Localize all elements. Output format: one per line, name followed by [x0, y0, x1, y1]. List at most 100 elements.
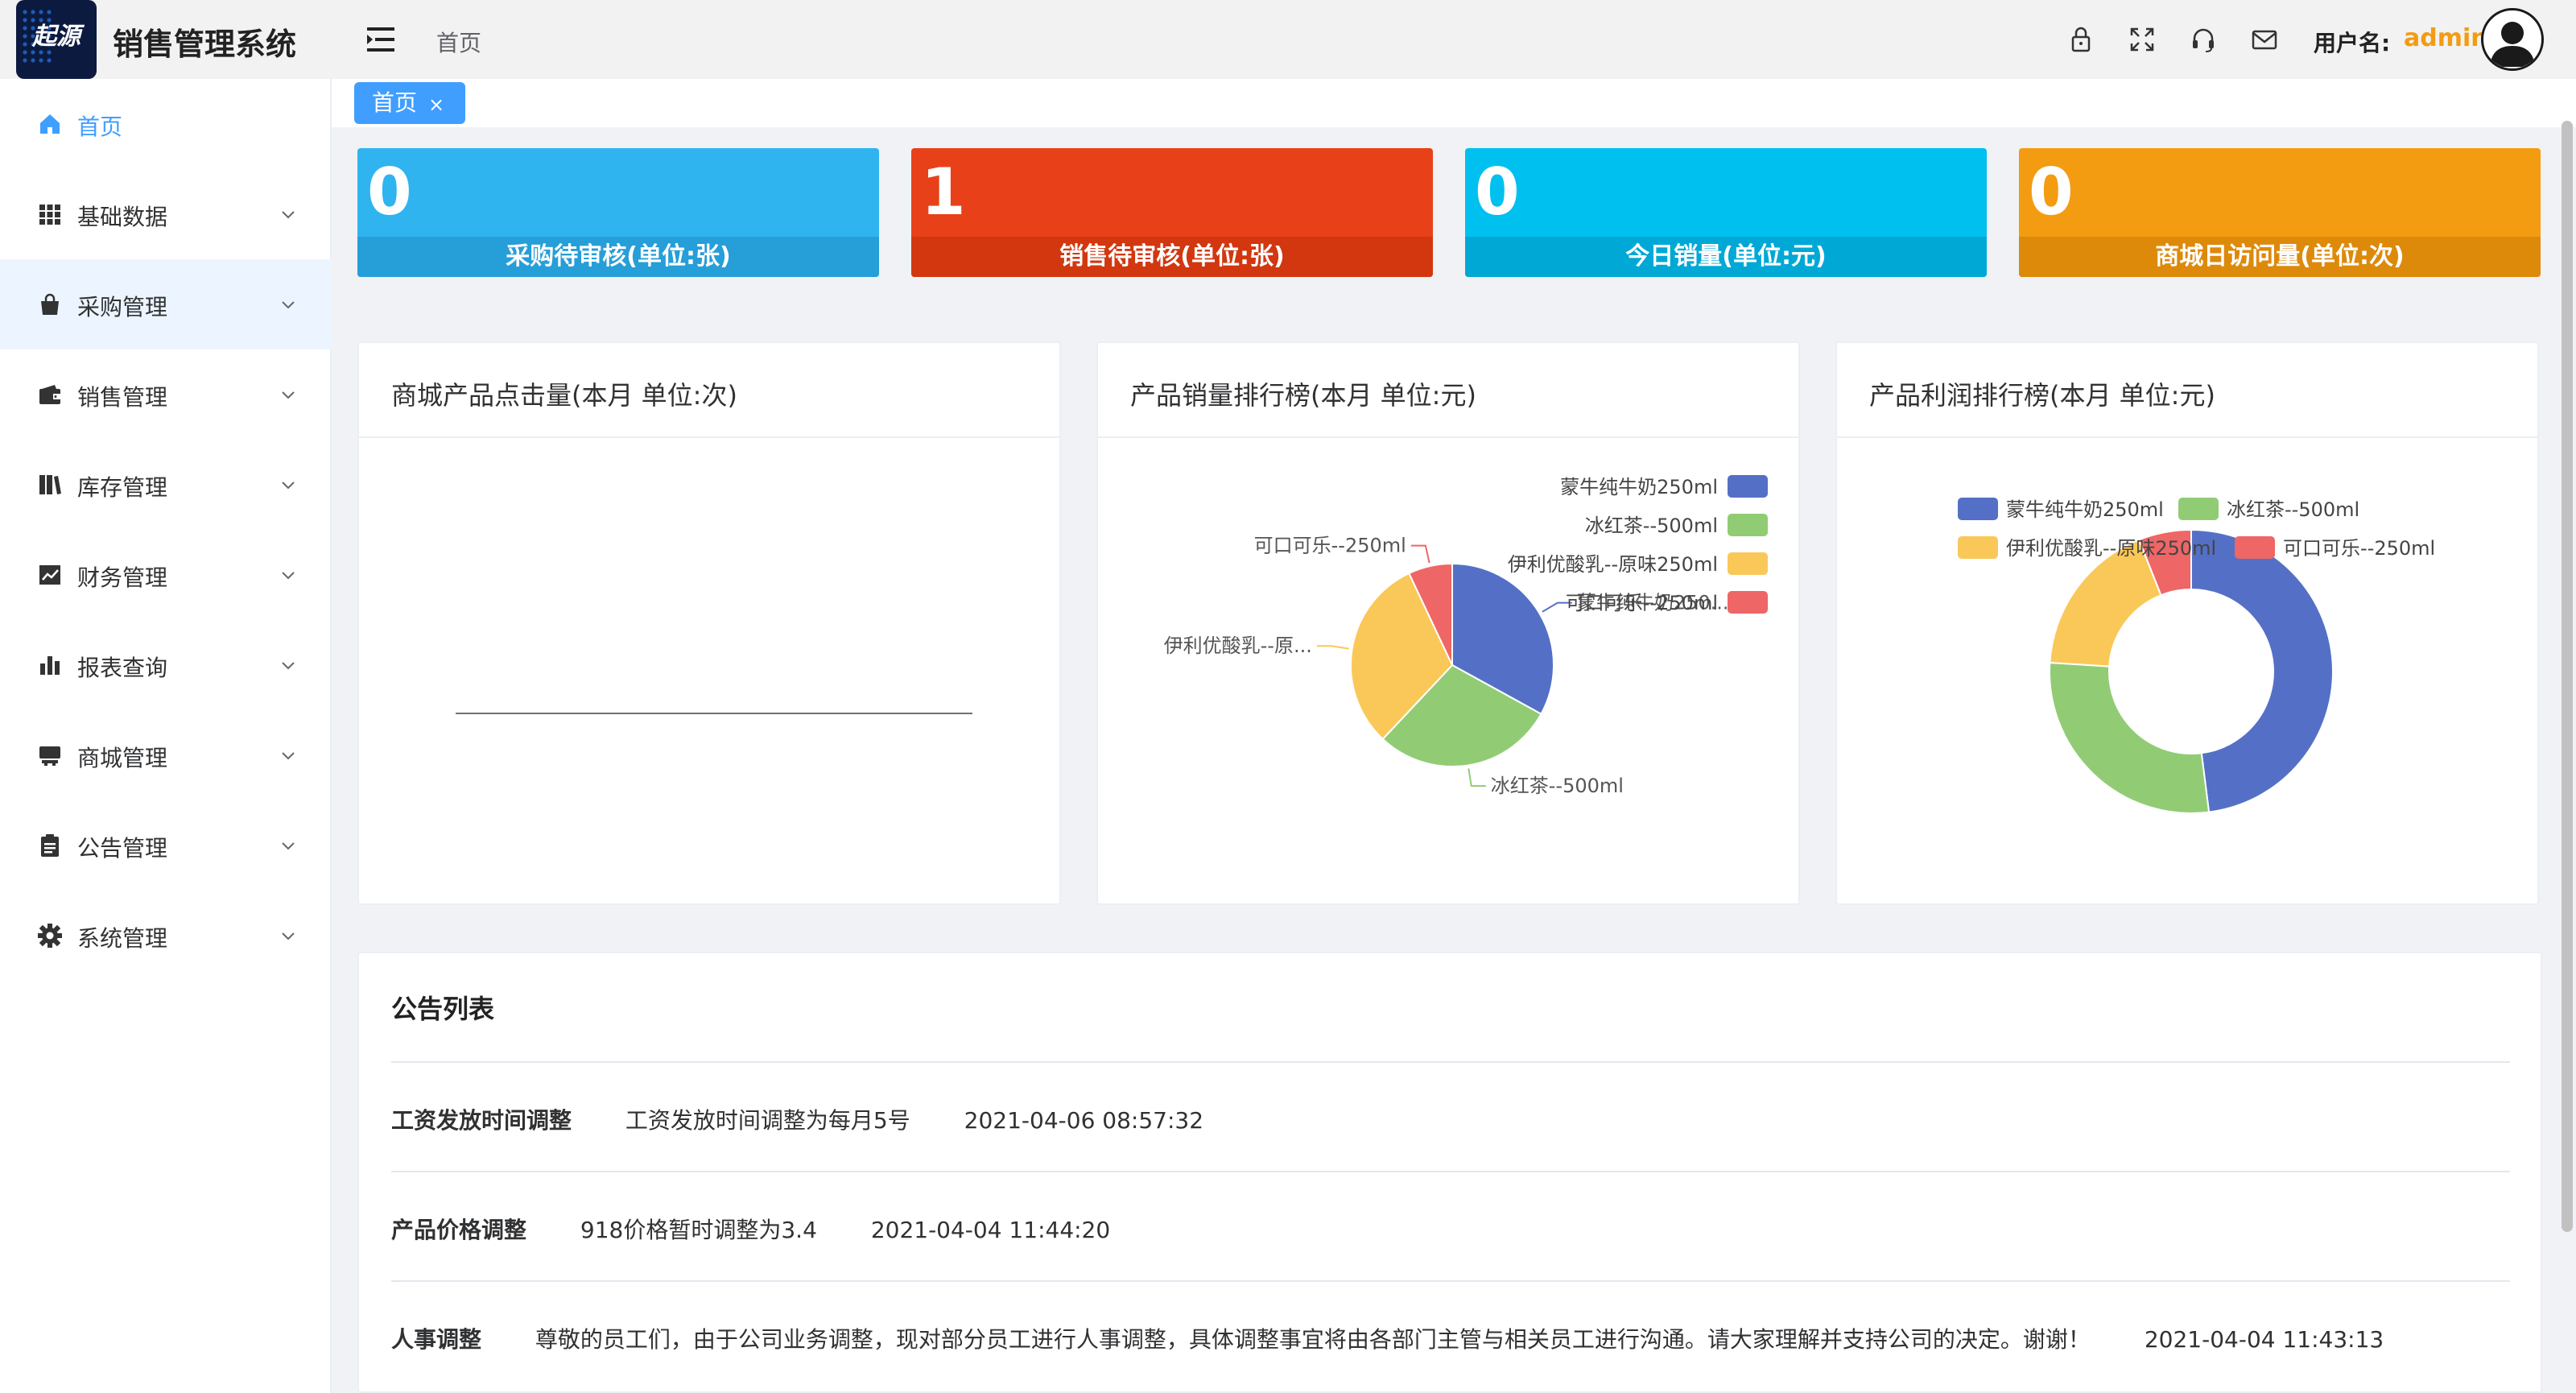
chevron-down-icon	[279, 565, 298, 585]
notice-item[interactable]: 工资发放时间调整 工资发放时间调整为每月5号 2021-04-06 08:57:…	[391, 1103, 1203, 1135]
donut-slice[interactable]	[2049, 661, 2211, 814]
lock-icon[interactable]	[2067, 26, 2095, 53]
sidebar-item-sales[interactable]: 销售管理	[0, 349, 332, 440]
notice-item[interactable]: 产品价格调整 918价格暂时调整为3.4 2021-04-04 11:44:20	[391, 1213, 1110, 1245]
stat-card-purchase-pending: 0 采购待审核(单位:张)	[357, 148, 879, 277]
sidebar: 首页 基础数据 采购管理 销售管理 库存管理 财务管理 报表查询 商城管理 公告…	[0, 79, 332, 1393]
headset-icon[interactable]	[2190, 26, 2217, 53]
stat-value: 0	[2029, 155, 2074, 229]
home-icon	[37, 111, 63, 137]
menu-toggle-icon[interactable]	[367, 26, 396, 53]
legend-swatch[interactable]	[1958, 498, 1998, 520]
panel-profit-chart: 产品利润排行榜(本月 单位:元) 蒙牛纯牛奶250ml 冰红茶--500ml 伊利优…	[1835, 341, 2539, 905]
legend-swatch[interactable]	[1728, 552, 1768, 575]
legend-label[interactable]: 伊利优酸乳--原味250ml	[1508, 553, 1718, 576]
stat-label: 商城日访问量(单位:次)	[2019, 237, 2541, 277]
close-icon[interactable]: ×	[428, 84, 444, 126]
sidebar-item-label: 销售管理	[77, 384, 168, 411]
app-logo: 起源	[16, 0, 97, 79]
legend-swatch[interactable]	[1728, 514, 1768, 536]
trend-chart-icon	[37, 562, 63, 588]
fullscreen-icon[interactable]	[2128, 26, 2156, 53]
legend-swatch[interactable]	[1958, 536, 1998, 559]
sidebar-item-label: 系统管理	[77, 925, 168, 952]
panel-title: 产品利润排行榜(本月 单位:元)	[1869, 380, 2215, 411]
top-header: 起源 销售管理系统 首页 用户名: admin	[0, 0, 2576, 79]
legend-swatch[interactable]	[1728, 475, 1768, 498]
sidebar-item-purchase[interactable]: 采购管理	[0, 259, 332, 349]
sales-pie-chart: 蒙牛纯牛奶250...冰红茶--500ml伊利优酸乳--原...可口可乐--25…	[1164, 475, 1768, 797]
notice-item-body: 918价格暂时调整为3.4	[580, 1217, 817, 1243]
notice-panel: 公告列表 工资发放时间调整 工资发放时间调整为每月5号 2021-04-06 0…	[357, 952, 2542, 1393]
legend-swatch[interactable]	[1728, 591, 1768, 614]
legend-label[interactable]: 伊利优酸乳--原味250ml	[2006, 537, 2216, 560]
legend-label[interactable]: 可口可乐--250ml	[2283, 537, 2435, 560]
chevron-down-icon	[279, 295, 298, 314]
chevron-down-icon	[279, 926, 298, 945]
bar-chart-icon	[37, 652, 63, 678]
legend-swatch[interactable]	[2235, 536, 2275, 559]
grid-icon	[37, 201, 63, 227]
chevron-down-icon	[279, 205, 298, 224]
logo-text: 起源	[32, 23, 80, 51]
stat-card-today-sales: 0 今日销量(单位:元)	[1465, 148, 1987, 277]
clipboard-icon	[37, 833, 63, 858]
chevron-down-icon	[279, 385, 298, 404]
panel-sales-chart: 产品销量排行榜(本月 单位:元) 蒙牛纯牛奶250... 冰红茶--500ml 伊利…	[1096, 341, 1800, 905]
scrollbar[interactable]	[2562, 121, 2573, 1232]
stat-value: 1	[921, 155, 966, 229]
sidebar-item-label: 报表查询	[77, 655, 168, 681]
avatar[interactable]	[2481, 8, 2544, 71]
chevron-down-icon	[279, 475, 298, 494]
notice-item-title: 人事调整	[391, 1326, 482, 1353]
legend-label[interactable]: 蒙牛纯牛奶250ml	[2006, 498, 2164, 521]
legend-label[interactable]: 蒙牛纯牛奶250ml	[1560, 476, 1718, 498]
notice-item[interactable]: 人事调整 尊敬的员工们，由于公司业务调整，现对部分员工进行人事调整，具体调整事宜…	[391, 1322, 2384, 1354]
wallet-icon	[37, 382, 63, 407]
breadcrumb[interactable]: 首页	[436, 26, 481, 58]
mail-icon[interactable]	[2251, 26, 2278, 53]
legend-label[interactable]: 冰红茶--500ml	[1585, 515, 1718, 537]
chevron-down-icon	[279, 836, 298, 855]
sidebar-item-notice[interactable]: 公告管理	[0, 800, 332, 891]
bag-icon	[37, 291, 63, 317]
legend-label[interactable]: 可口可乐--250ml	[1566, 592, 1718, 614]
sidebar-item-mall[interactable]: 商城管理	[0, 710, 332, 800]
sidebar-item-home[interactable]: 首页	[0, 79, 332, 169]
stat-card-sales-pending: 1 销售待审核(单位:张)	[911, 148, 1433, 277]
tab-home[interactable]: 首页	[354, 82, 465, 124]
sidebar-item-inventory[interactable]: 库存管理	[0, 440, 332, 530]
slice-label: 可口可乐--250ml	[1254, 535, 1406, 557]
sidebar-item-reports[interactable]: 报表查询	[0, 620, 332, 710]
chevron-down-icon	[279, 655, 298, 675]
chevron-down-icon	[279, 746, 298, 765]
sidebar-item-label: 库存管理	[77, 474, 168, 501]
sidebar-item-label: 首页	[77, 114, 123, 140]
notice-item-time: 2021-04-04 11:44:20	[870, 1217, 1111, 1243]
sidebar-item-basic-data[interactable]: 基础数据	[0, 169, 332, 259]
username[interactable]: admin	[2404, 24, 2488, 52]
sidebar-item-finance[interactable]: 财务管理	[0, 530, 332, 620]
legend-label[interactable]: 冰红茶--500ml	[2227, 498, 2359, 521]
sidebar-item-label: 公告管理	[77, 835, 168, 862]
legend-swatch[interactable]	[2178, 498, 2219, 520]
sidebar-item-label: 采购管理	[77, 294, 168, 320]
sidebar-item-label: 财务管理	[77, 564, 168, 591]
slice-label: 伊利优酸乳--原...	[1164, 634, 1312, 657]
sidebar-item-label: 基础数据	[77, 204, 168, 230]
stat-label: 今日销量(单位:元)	[1465, 237, 1987, 277]
slice-leader-line	[1410, 544, 1430, 564]
notice-item-body: 工资发放时间调整为每月5号	[625, 1107, 910, 1134]
slice-leader-line	[1468, 768, 1486, 787]
notice-item-body: 尊敬的员工们，由于公司业务调整，现对部分员工进行人事调整，具体调整事宜将由各部门…	[535, 1326, 2091, 1353]
app-title: 销售管理系统	[113, 27, 297, 62]
panel-click-chart: 商城产品点击量(本月 单位:次)	[357, 341, 1061, 905]
slice-label: 冰红茶--500ml	[1491, 775, 1624, 797]
donut-slice[interactable]	[2190, 528, 2334, 813]
notice-item-title: 产品价格调整	[391, 1217, 527, 1243]
sidebar-item-system[interactable]: 系统管理	[0, 891, 332, 981]
sidebar-item-label: 商城管理	[77, 745, 168, 771]
panel-title: 产品销量排行榜(本月 单位:元)	[1130, 380, 1476, 411]
stat-label: 采购待审核(单位:张)	[357, 237, 879, 277]
stat-label: 销售待审核(单位:张)	[911, 237, 1433, 277]
